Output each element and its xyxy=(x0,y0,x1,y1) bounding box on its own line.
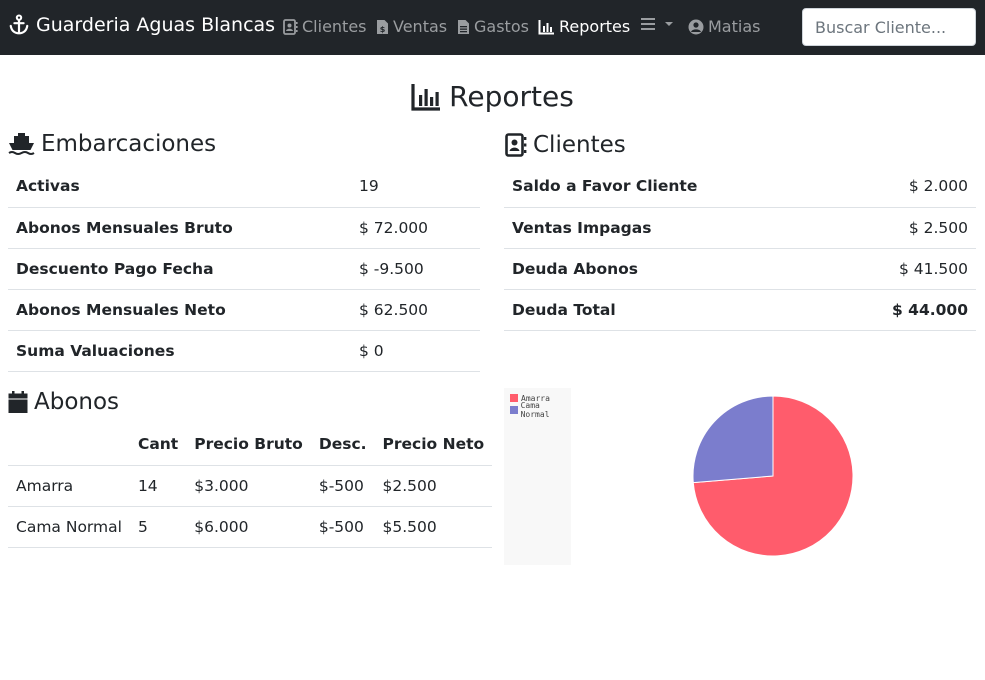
table-cell: $-500 xyxy=(310,465,375,507)
row-label: Abonos Mensuales Bruto xyxy=(8,207,351,249)
table-cell: $2.500 xyxy=(374,465,493,507)
chart-bar-icon xyxy=(538,19,554,34)
nav-user[interactable]: Matias xyxy=(688,17,760,36)
nav-reportes[interactable]: Reportes xyxy=(538,17,630,36)
user-circle-icon xyxy=(688,19,704,34)
table-row: Cama Normal 5 $6.000 $-500 $5.500 xyxy=(8,506,493,548)
nav-ventas-label: Ventas xyxy=(393,17,448,36)
row-value: $ 62.500 xyxy=(351,289,480,331)
row-label: Abonos Mensuales Neto xyxy=(8,289,351,331)
address-book-icon xyxy=(505,133,527,157)
row-value: $ 44.000 xyxy=(827,289,976,331)
clientes-title: Clientes xyxy=(505,132,626,158)
table-row: Amarra 14 $3.000 $-500 $2.500 xyxy=(8,465,493,507)
table-row: Abonos Mensuales Neto $ 62.500 xyxy=(8,289,480,331)
table-row: Descuento Pago Fecha $ -9.500 xyxy=(8,248,480,290)
table-row: Saldo a Favor Cliente $ 2.000 xyxy=(504,166,976,208)
anchor-icon xyxy=(9,14,29,35)
table-cell: $3.000 xyxy=(186,465,311,507)
clientes-title-text: Clientes xyxy=(533,132,626,158)
row-value: 19 xyxy=(351,166,480,208)
page-title-text: Reportes xyxy=(449,80,574,113)
file-alt-icon xyxy=(458,19,469,34)
row-value: $ -9.500 xyxy=(351,248,480,290)
chart-bar-icon xyxy=(411,83,441,111)
legend-swatch xyxy=(510,394,518,402)
row-label: Activas xyxy=(8,166,351,208)
search-input[interactable] xyxy=(802,8,976,46)
table-row: Ventas Impagas $ 2.500 xyxy=(504,207,976,249)
row-label: Suma Valuaciones xyxy=(8,330,351,372)
table-cell: Amarra xyxy=(8,465,130,507)
caret-down-icon xyxy=(665,22,673,26)
row-value: $ 0 xyxy=(351,330,480,372)
embarcaciones-title-text: Embarcaciones xyxy=(41,131,217,157)
svg-text:$: $ xyxy=(380,25,386,34)
nav-clientes[interactable]: Clientes xyxy=(283,17,367,36)
pie-slice-cama-normal[interactable] xyxy=(692,395,774,484)
page-title: Reportes xyxy=(0,80,985,113)
column-header xyxy=(8,424,130,466)
navbar: Guarderia Aguas Blancas Clientes $ Venta… xyxy=(0,0,985,55)
table-row: Abonos Mensuales Bruto $ 72.000 xyxy=(8,207,480,249)
table-cell: Cama Normal xyxy=(8,506,130,548)
table-cell: $6.000 xyxy=(186,506,311,548)
nav-clientes-label: Clientes xyxy=(302,17,367,36)
abonos-title: Abonos xyxy=(8,389,119,415)
nav-reportes-label: Reportes xyxy=(559,17,631,36)
brand-name: Guarderia Aguas Blancas xyxy=(36,14,276,36)
bars-icon xyxy=(641,18,655,30)
column-header: Precio Bruto xyxy=(186,424,311,466)
nav-gastos-label: Gastos xyxy=(474,17,529,36)
file-invoice-dollar-icon: $ xyxy=(377,19,388,34)
table-row: Deuda Abonos $ 41.500 xyxy=(504,248,976,290)
nav-ventas[interactable]: $ Ventas xyxy=(376,17,447,36)
table-cell: 5 xyxy=(129,506,187,548)
address-card-icon xyxy=(283,18,298,35)
legend-item-cama-normal[interactable]: Cama Normal xyxy=(504,401,571,419)
abonos-title-text: Abonos xyxy=(34,389,120,415)
row-value: $ 72.000 xyxy=(351,207,480,249)
table-cell: 14 xyxy=(129,465,187,507)
table-row: Deuda Total $ 44.000 xyxy=(504,289,976,331)
column-header: Desc. xyxy=(310,424,375,466)
table-cell: $-500 xyxy=(310,506,375,548)
legend-label: Cama Normal xyxy=(520,401,550,419)
nav-menu-dropdown[interactable] xyxy=(640,17,679,31)
legend-swatch xyxy=(510,406,518,414)
abonos-table: Cant Precio Bruto Desc. Precio Neto Amar… xyxy=(8,424,493,548)
row-value: $ 2.500 xyxy=(827,207,976,249)
column-header: Precio Neto xyxy=(374,424,493,466)
calendar-icon xyxy=(8,391,28,413)
embarcaciones-table: Activas 19 Abonos Mensuales Bruto $ 72.000… xyxy=(8,166,480,372)
row-label: Deuda Abonos xyxy=(504,248,828,290)
row-label: Descuento Pago Fecha xyxy=(8,248,351,290)
brand-link[interactable]: Guarderia Aguas Blancas xyxy=(8,14,275,36)
row-label: Ventas Impagas xyxy=(504,207,828,249)
table-row: Activas 19 xyxy=(8,166,480,208)
nav-gastos[interactable]: Gastos xyxy=(457,17,529,36)
clientes-table: Saldo a Favor Cliente $ 2.000 Ventas Impa… xyxy=(504,166,976,331)
nav-user-label: Matias xyxy=(708,17,761,36)
pie-chart xyxy=(692,395,854,557)
table-row: Suma Valuaciones $ 0 xyxy=(8,330,480,372)
table-header-row: Cant Precio Bruto Desc. Precio Neto xyxy=(8,424,493,466)
table-cell: $5.500 xyxy=(374,506,493,548)
row-label: Saldo a Favor Cliente xyxy=(504,166,828,208)
chart-legend: Amarra Cama Normal xyxy=(504,388,571,565)
row-value: $ 2.000 xyxy=(827,166,976,208)
row-label: Deuda Total xyxy=(504,289,828,331)
column-header: Cant xyxy=(129,424,187,466)
row-value: $ 41.500 xyxy=(827,248,976,290)
embarcaciones-title: Embarcaciones xyxy=(8,131,216,157)
ship-icon xyxy=(8,133,35,155)
